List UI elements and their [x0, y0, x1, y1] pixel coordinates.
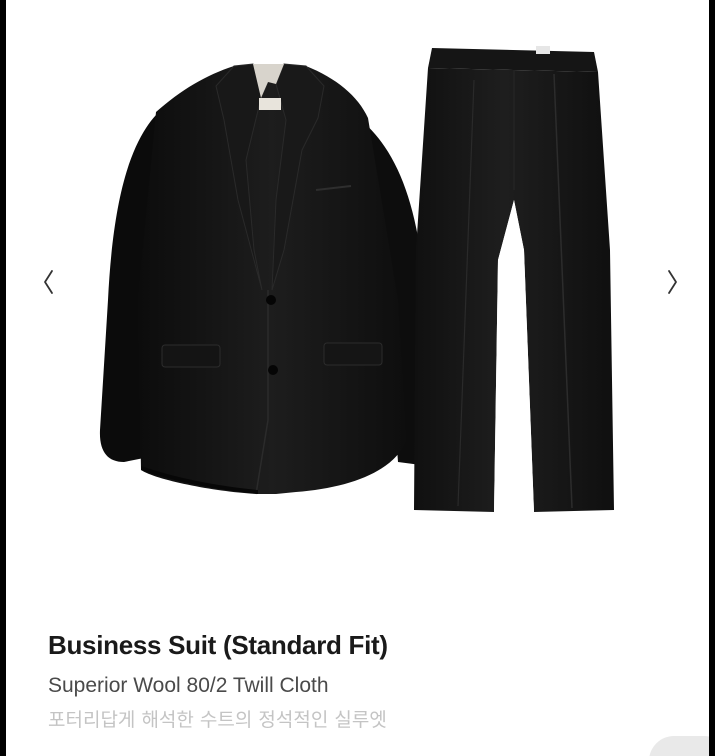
chevron-left-icon — [44, 270, 53, 294]
carousel-next-button[interactable] — [658, 262, 688, 302]
chevron-right-icon — [668, 270, 677, 294]
product-image — [99, 46, 614, 512]
carousel-prev-button[interactable] — [33, 262, 63, 302]
image-carousel[interactable] — [6, 0, 709, 600]
product-info: Business Suit (Standard Fit) Superior Wo… — [48, 628, 688, 734]
floating-button-edge[interactable] — [649, 736, 709, 756]
product-card: Business Suit (Standard Fit) Superior Wo… — [6, 0, 709, 756]
suit-trousers — [414, 46, 614, 512]
product-material: Superior Wool 80/2 Twill Cloth — [48, 674, 329, 697]
product-title: Business Suit (Standard Fit) — [48, 630, 388, 660]
suit-jacket — [99, 63, 435, 495]
product-description: 포터리답게 해석한 수트의 정석적인 실루엣 — [48, 709, 387, 731]
